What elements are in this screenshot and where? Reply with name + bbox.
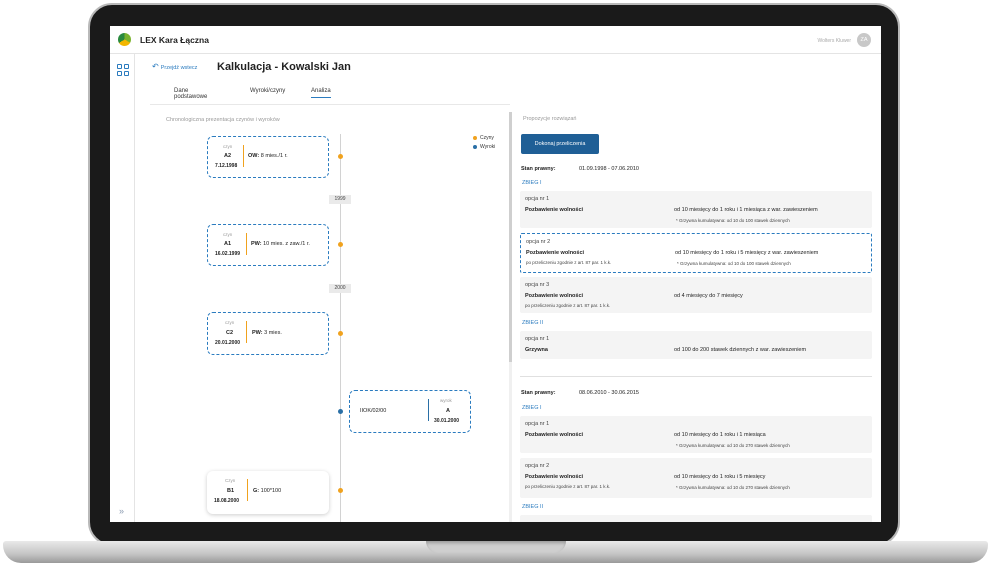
card-type: Czyn [225,478,236,483]
card-code: A [446,408,450,414]
card-code: C2 [226,330,234,336]
wyrok-card-a[interactable]: IIOK/02/00 wyrok A 30.01.2000 [349,390,471,433]
laptop-notch [426,541,566,553]
timeline-dot-czyn [338,331,343,336]
tab-wyroki-czyny[interactable]: Wyroki/czyny [250,88,285,94]
timeline-dot-czyn [338,154,343,159]
timeline-axis [340,134,341,522]
card-type: czyn [223,144,233,149]
zbieg-heading: ZBIEG II [522,320,544,326]
card-date: 18.08.2000 [214,498,240,504]
czyn-card-a1[interactable]: czyn A1 16.02.1999 PW: 10 mies. z zaw./1… [207,224,329,266]
apps-grid-icon[interactable] [117,64,129,76]
card-date: 20.01.2000 [215,340,241,346]
zbieg-heading: ZBIEG I [522,180,542,186]
card-desc: G: 100*100 [253,488,282,494]
card-code: B1 [227,488,235,494]
app-logo-icon [118,33,131,46]
proposals-label: Propozycje rozwiązań [523,116,577,122]
option-card[interactable]: opcja nr 2 Pozbawienie wolności po przel… [520,458,872,498]
tab-dane-podstawowe[interactable]: Dane podstawowe [174,88,207,100]
legal-state-2: Stan prawny: 08.06.2010 - 30.06.2015 [521,390,639,396]
card-separator [428,399,429,421]
card-code: A1 [224,241,232,247]
card-desc: PW: 10 mies. z zaw./1 r. [251,241,310,247]
timeline-dot-czyn [338,242,343,247]
back-link[interactable]: ↶ Przejdź wstecz [152,62,197,71]
legend-czyny: Czyny [473,134,495,143]
zbieg-heading: ZBIEG I [522,405,542,411]
top-bar: LEX Kara Łączna Wolters Kluwer ZA [110,26,881,54]
left-rail: » [110,54,135,522]
timeline-dot-wyrok [338,409,343,414]
tabs-divider [150,104,510,105]
card-separator [247,479,248,501]
state-divider [520,376,872,377]
option-card[interactable]: opcja nr 3 Pozbawienie wolności po przel… [520,277,872,313]
app-screen: LEX Kara Łączna Wolters Kluwer ZA » ↶ Prz… [110,26,881,522]
user-avatar[interactable]: ZA [857,33,871,47]
card-desc: PW: 3 mies. [252,330,282,336]
czyn-card-c2[interactable]: czyn C2 20.01.2000 PW: 3 mies. [207,312,329,355]
option-card[interactable]: opcja nr 1 Grzywna od 100 do 200 stawek … [520,331,872,359]
page-title: Kalkulacja - Kowalski Jan [217,61,351,73]
option-card[interactable]: opcja nr 1 Pozbawienie wolności od 10 mi… [520,416,872,453]
year-marker: 2000 [329,284,351,293]
card-desc: OW: 8 mies./1 r. [248,153,288,159]
card-date: 16.02.1999 [215,251,241,257]
card-separator [243,145,244,167]
orange-dot-icon [473,135,477,140]
tab-analiza[interactable]: Analiza [311,88,331,98]
card-date: 30.01.2000 [434,418,460,424]
timeline-dot-czyn [338,488,343,493]
czyn-card-a2[interactable]: czyn A2 7.12.1998 OW: 8 mies./1 r. [207,136,329,178]
back-link-label: Przejdź wstecz [160,65,198,71]
card-type: czyn [223,232,233,237]
card-code: A2 [224,153,232,159]
blue-dot-icon [473,144,477,149]
card-date: 7.12.1998 [215,163,238,169]
timeline-legend: Czyny Wyroki [473,134,495,152]
year-marker: 1999 [329,195,351,204]
zbieg-heading: ZBIEG II [522,504,544,510]
expand-sidebar-icon[interactable]: » [119,506,124,516]
brand-label: Wolters Kluwer [817,38,851,44]
card-separator [246,321,247,343]
card-separator [246,233,247,255]
legal-state-1: Stan prawny: 01.09.1998 - 07.06.2010 [521,166,639,172]
option-card-selected[interactable]: opcja nr 2 Pozbawienie wolności po przel… [520,233,872,273]
timeline-label: Chronologiczna prezentacja czynów i wyro… [166,117,280,123]
app-title: LEX Kara Łączna [140,35,209,45]
legend-wyroki: Wyroki [473,143,495,152]
calculate-button[interactable]: Dokonaj przeliczenia [521,134,599,154]
card-type: wyrok [440,398,452,403]
card-type: czyn [225,320,235,325]
card-signature: IIOK/02/00 [360,408,387,414]
back-arrow-icon: ↶ [152,62,159,71]
option-card-partial[interactable] [520,515,872,522]
czyn-card-b1[interactable]: Czyn B1 18.08.2000 G: 100*100 [207,471,329,514]
left-panel-scrollbar-thumb[interactable] [509,112,512,362]
option-card[interactable]: opcja nr 1 Pozbawienie wolności od 10 mi… [520,191,872,228]
